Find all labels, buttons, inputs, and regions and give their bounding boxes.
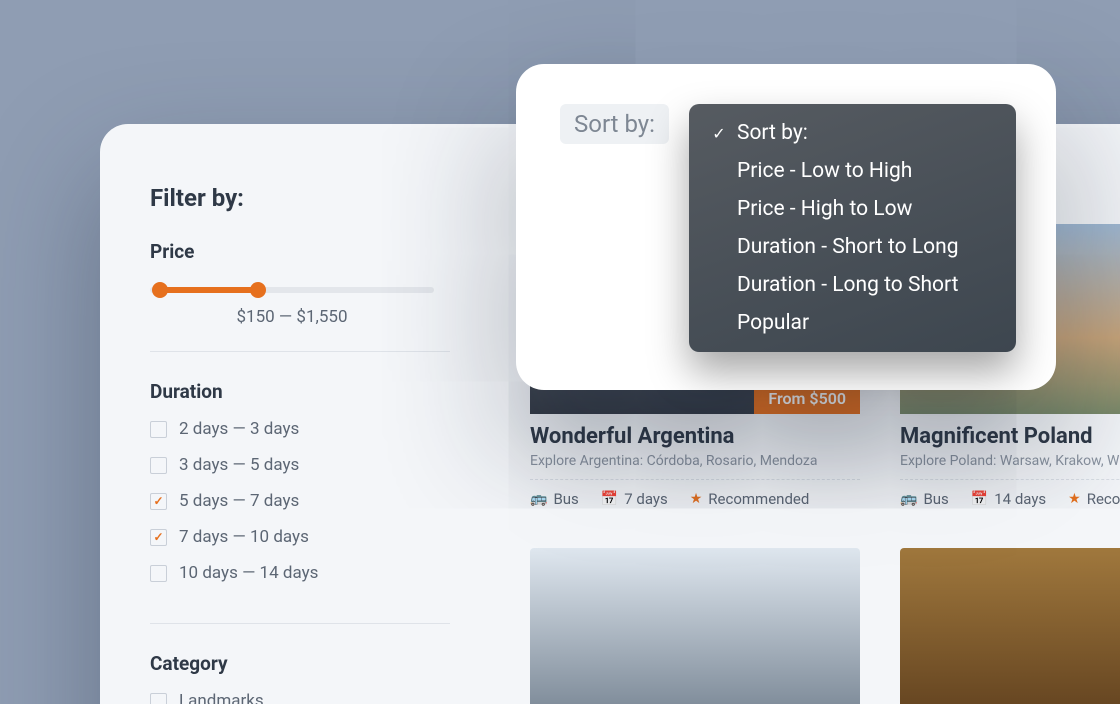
transport-meta: 🚌 Bus <box>900 490 949 508</box>
star-icon: ★ <box>1068 491 1081 507</box>
category-option[interactable]: Landmarks <box>150 691 450 704</box>
tour-image <box>530 548 860 704</box>
price-slider-max-thumb[interactable] <box>250 282 266 298</box>
category-option-label: Landmarks <box>179 691 264 704</box>
sort-option[interactable]: Price - High to Low <box>689 190 1016 228</box>
tour-title: Wonderful Argentina <box>530 424 860 449</box>
duration-option[interactable]: 5 days — 7 days <box>150 491 450 511</box>
tour-image <box>900 548 1120 704</box>
price-slider-min-thumb[interactable] <box>152 282 168 298</box>
category-options: Landmarks <box>150 691 450 704</box>
transport-label: Bus <box>923 490 948 508</box>
star-icon: ★ <box>690 491 703 507</box>
duration-option-label: 10 days — 14 days <box>179 563 318 583</box>
duration-label: 7 days <box>624 490 668 508</box>
bus-icon: 🚌 <box>900 491 917 507</box>
calendar-icon: 📅 <box>971 491 988 507</box>
filter-category: Category Landmarks <box>150 652 450 704</box>
checkbox-checked-icon[interactable] <box>150 529 167 546</box>
transport-label: Bus <box>553 490 578 508</box>
checkbox-icon[interactable] <box>150 457 167 474</box>
duration-option-label: 5 days — 7 days <box>179 491 299 511</box>
badge-label: Recommended <box>708 490 809 508</box>
tour-row-2 <box>530 548 1120 704</box>
transport-meta: 🚌 Bus <box>530 490 579 508</box>
price-slider[interactable] <box>150 287 434 293</box>
sort-option-label: Price - High to Low <box>737 197 912 221</box>
filter-price-label: Price <box>150 240 450 263</box>
sort-option[interactable]: Duration - Short to Long <box>689 228 1016 266</box>
duration-option[interactable]: 7 days — 10 days <box>150 527 450 547</box>
sort-option-label: Price - Low to High <box>737 159 912 183</box>
sort-option-label: Popular <box>737 311 809 335</box>
filter-category-label: Category <box>150 652 450 675</box>
tour-meta: 🚌 Bus 📅 7 days ★ Recommended <box>530 490 860 508</box>
tour-subtitle: Explore Argentina: Córdoba, Rosario, Men… <box>530 453 860 480</box>
filter-duration: Duration 2 days — 3 days 3 days — 5 days 5… <box>150 380 450 624</box>
checkbox-checked-icon[interactable] <box>150 493 167 510</box>
price-range-text: $150 — $1,550 <box>150 307 434 327</box>
calendar-icon: 📅 <box>601 491 618 507</box>
tour-card[interactable] <box>900 548 1120 704</box>
sort-option-label: Duration - Short to Long <box>737 235 959 259</box>
filter-price: Price $150 — $1,550 <box>150 240 450 352</box>
sort-option[interactable]: Price - Low to High <box>689 152 1016 190</box>
sort-prompt: Sort by: <box>560 104 669 144</box>
duration-meta: 📅 7 days <box>601 490 668 508</box>
checkbox-icon[interactable] <box>150 565 167 582</box>
sort-option-label: Duration - Long to Short <box>737 273 959 297</box>
badge-label: Recommended <box>1087 490 1120 508</box>
duration-option[interactable]: 2 days — 3 days <box>150 419 450 439</box>
badge-meta: ★ Recommended <box>690 490 810 508</box>
sort-option-label: Sort by: <box>737 121 808 145</box>
duration-meta: 📅 14 days <box>971 490 1046 508</box>
sort-option[interactable]: Sort by: <box>689 114 1016 152</box>
checkbox-icon[interactable] <box>150 421 167 438</box>
sort-option[interactable]: Popular <box>689 304 1016 342</box>
duration-option-label: 7 days — 10 days <box>179 527 309 547</box>
check-icon <box>711 124 727 143</box>
duration-option[interactable]: 3 days — 5 days <box>150 455 450 475</box>
sort-option[interactable]: Duration - Long to Short <box>689 266 1016 304</box>
duration-option-label: 2 days — 3 days <box>179 419 299 439</box>
filters-sidebar: Filter by: Price $150 — $1,550 Duration … <box>150 184 450 704</box>
tour-meta: 🚌 Bus 📅 14 days ★ Recommended <box>900 490 1120 508</box>
duration-option-label: 3 days — 5 days <box>179 455 299 475</box>
bus-icon: 🚌 <box>530 491 547 507</box>
tour-title: Magnificent Poland <box>900 424 1120 449</box>
filter-duration-label: Duration <box>150 380 450 403</box>
tour-card[interactable] <box>530 548 860 704</box>
tour-subtitle: Explore Poland: Warsaw, Krakow, Wroclaw <box>900 453 1120 480</box>
sort-popover: Sort by: Sort by: Price - Low to High Pric… <box>516 64 1056 390</box>
badge-meta: ★ Recommended <box>1068 490 1120 508</box>
checkbox-icon[interactable] <box>150 693 167 704</box>
duration-option[interactable]: 10 days — 14 days <box>150 563 450 583</box>
filters-title: Filter by: <box>150 184 450 212</box>
duration-label: 14 days <box>994 490 1046 508</box>
duration-options: 2 days — 3 days 3 days — 5 days 5 days — 7… <box>150 419 450 583</box>
sort-menu[interactable]: Sort by: Price - Low to High Price - High … <box>689 104 1016 352</box>
